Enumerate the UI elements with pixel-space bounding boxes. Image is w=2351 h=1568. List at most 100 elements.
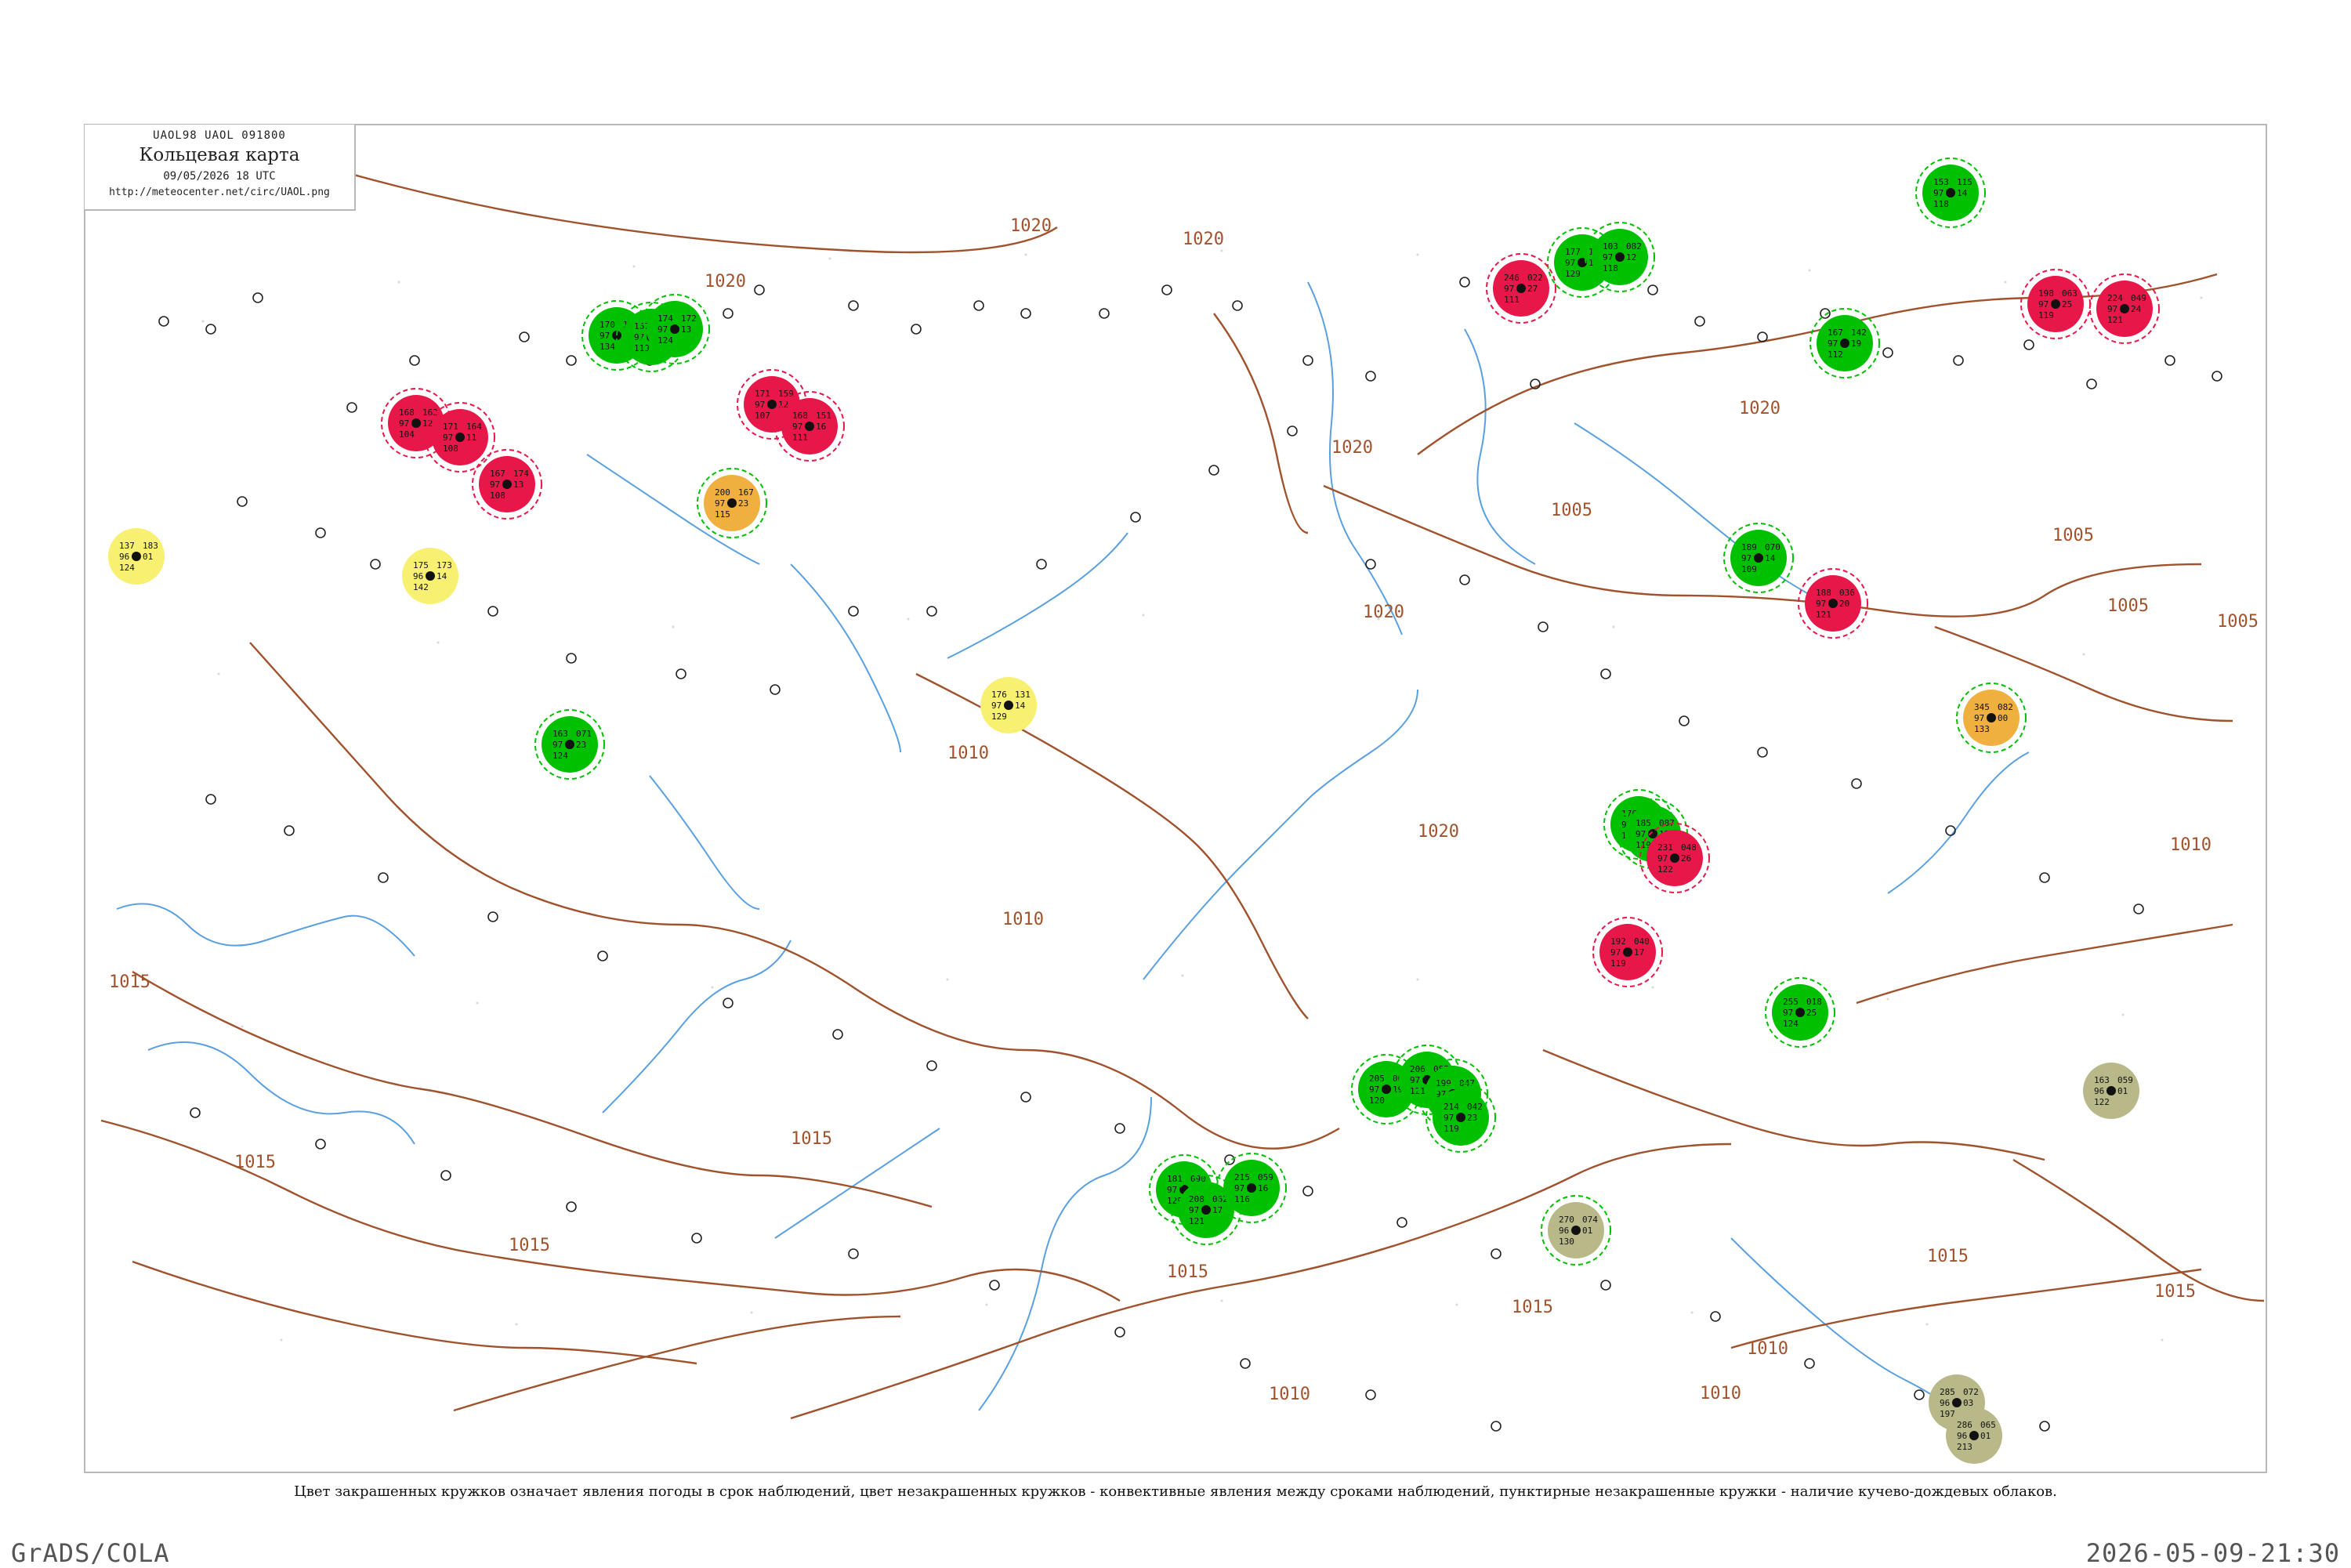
station-circle bbox=[1679, 715, 1690, 726]
station-value: 97 bbox=[552, 740, 563, 750]
station-plot[interactable]: 25597124 01825 bbox=[1765, 977, 1835, 1048]
station-value: 124 bbox=[657, 335, 673, 346]
isobar-label: 1015 bbox=[1512, 1298, 1553, 1317]
station-value: 129 bbox=[991, 712, 1007, 722]
station-value: 130 bbox=[1559, 1237, 1574, 1247]
station-plot[interactable]: 16797112 14219 bbox=[1809, 308, 1880, 378]
station-value: 171 bbox=[443, 422, 458, 432]
station-plot[interactable]: 21597116 05916 bbox=[1216, 1153, 1287, 1223]
station-value: 115 bbox=[715, 509, 730, 520]
station-value: 188 bbox=[1816, 588, 1831, 598]
station-plot[interactable]: 21497119 04223 bbox=[1425, 1082, 1496, 1153]
station-plot[interactable]: 18997109 07014 bbox=[1723, 523, 1794, 593]
station-plot[interactable]: 19897119 06325 bbox=[2020, 269, 2091, 339]
station-value: 255 bbox=[1783, 997, 1799, 1007]
station-circle bbox=[487, 911, 498, 922]
station-value: 189 bbox=[1741, 542, 1757, 552]
station-dot bbox=[1623, 947, 1632, 957]
station-plot[interactable]: 24697111 02227 bbox=[1486, 253, 1556, 324]
station-value: 167 bbox=[490, 469, 505, 479]
station-value: 13 bbox=[681, 324, 691, 335]
station-plot[interactable]: 19297119 04017 bbox=[1592, 917, 1663, 987]
station-value: 082 bbox=[1998, 702, 2013, 712]
station-circle bbox=[1710, 1311, 1721, 1322]
station-dot bbox=[727, 498, 737, 508]
map-legend-box: UAOL98 UAOL 091800 Кольцевая карта 09/05… bbox=[85, 125, 356, 211]
station-circle bbox=[973, 300, 984, 311]
station-circle bbox=[989, 1280, 1000, 1291]
isobar-label: 1010 bbox=[1700, 1384, 1741, 1403]
station-dot bbox=[1382, 1085, 1391, 1094]
station-value: 119 bbox=[1610, 958, 1626, 969]
station-circle bbox=[158, 316, 169, 327]
source-url[interactable]: http://meteocenter.net/circ/UAOL.png bbox=[85, 186, 354, 198]
station-plot[interactable]: 22497121 04924 bbox=[2089, 273, 2160, 344]
isobar-label: 1020 bbox=[1363, 603, 1404, 622]
station-dot bbox=[1946, 188, 1955, 197]
station-plot[interactable]: 2319712204826 bbox=[1639, 823, 1710, 893]
station-plot[interactable]: 16396122 05901 bbox=[2083, 1063, 2139, 1119]
station-value: 97 bbox=[1741, 553, 1751, 563]
station-plot[interactable]: 34597133 08200 bbox=[1956, 683, 2027, 753]
station-plot[interactable]: 10397118 08212 bbox=[1585, 222, 1655, 292]
station-dot bbox=[132, 552, 141, 561]
station-value: 109 bbox=[1741, 564, 1757, 574]
station-value: 111 bbox=[792, 433, 808, 443]
station-plot[interactable]: 17197108 16411 bbox=[425, 402, 495, 473]
station-plot[interactable]: 16397124 07123 bbox=[534, 709, 605, 780]
station-plot[interactable]: 20097115 16723 bbox=[697, 468, 767, 538]
station-plot[interactable]: 17497124 17213 bbox=[639, 294, 710, 364]
station-value: 022 bbox=[1527, 273, 1543, 283]
station-value: 97 bbox=[1167, 1185, 1177, 1195]
station-value: 20 bbox=[1839, 599, 1849, 609]
station-plot[interactable]: 28696213 06501 bbox=[1946, 1407, 2002, 1464]
station-circle bbox=[1953, 355, 1964, 366]
station-circle bbox=[1302, 1186, 1313, 1197]
station-value: 213 bbox=[1957, 1442, 1972, 1452]
station-value: 14 bbox=[437, 571, 447, 581]
station-value: 119 bbox=[1444, 1124, 1459, 1134]
isobar-label: 1020 bbox=[1183, 230, 1224, 249]
station-plot[interactable]: 17697129 13114 bbox=[980, 677, 1037, 733]
isobar-label: 1015 bbox=[791, 1129, 832, 1149]
station-plot[interactable]: 16797108 17413 bbox=[472, 449, 542, 520]
station-value: 111 bbox=[1504, 295, 1520, 305]
station-dot bbox=[1670, 853, 1679, 863]
station-value: 25 bbox=[2062, 299, 2072, 310]
station-value: 036 bbox=[1839, 588, 1855, 598]
station-circle bbox=[770, 684, 781, 695]
station-value: 14 bbox=[1765, 553, 1776, 563]
station-circle bbox=[252, 292, 263, 303]
station-circle bbox=[1804, 1358, 1815, 1369]
station-dot bbox=[2120, 304, 2129, 313]
station-plot[interactable]: 16897111 15116 bbox=[774, 391, 845, 462]
station-plot[interactable]: 17596142 17314 bbox=[402, 548, 458, 604]
station-value: 115 bbox=[1957, 177, 1972, 187]
station-dot bbox=[1840, 339, 1849, 348]
station-value: 285 bbox=[1940, 1387, 1955, 1397]
station-circle bbox=[2212, 371, 2222, 382]
station-circle bbox=[1914, 1389, 1925, 1400]
synoptic-map[interactable]: 1020102010201020102010201020102010151015… bbox=[84, 124, 2267, 1473]
station-value: 97 bbox=[443, 433, 453, 443]
station-dot bbox=[1969, 1431, 1979, 1440]
station-value: 121 bbox=[1816, 610, 1831, 620]
isobar-label: 1015 bbox=[509, 1236, 550, 1255]
isobar-label: 1010 bbox=[1269, 1385, 1310, 1404]
station-plot[interactable]: 18897121 03620 bbox=[1798, 568, 1868, 639]
station-circle bbox=[440, 1170, 451, 1181]
station-value: 97 bbox=[1603, 252, 1613, 263]
station-value: 14 bbox=[1015, 701, 1026, 711]
station-value: 97 bbox=[1816, 599, 1826, 609]
station-value: 172 bbox=[681, 313, 697, 324]
station-value: 177 bbox=[1565, 247, 1581, 257]
station-value: 97 bbox=[1234, 1183, 1244, 1193]
station-plot[interactable]: 27096130 07401 bbox=[1541, 1195, 1611, 1266]
station-circle bbox=[911, 324, 922, 335]
station-value: 198 bbox=[2038, 288, 2054, 299]
station-value: 163 bbox=[552, 729, 568, 739]
station-plot[interactable]: 15397118 11514 bbox=[1915, 158, 1986, 228]
station-circle bbox=[1882, 347, 1893, 358]
station-value: 120 bbox=[1369, 1095, 1385, 1106]
station-plot[interactable]: 13796124 18301 bbox=[108, 528, 165, 585]
